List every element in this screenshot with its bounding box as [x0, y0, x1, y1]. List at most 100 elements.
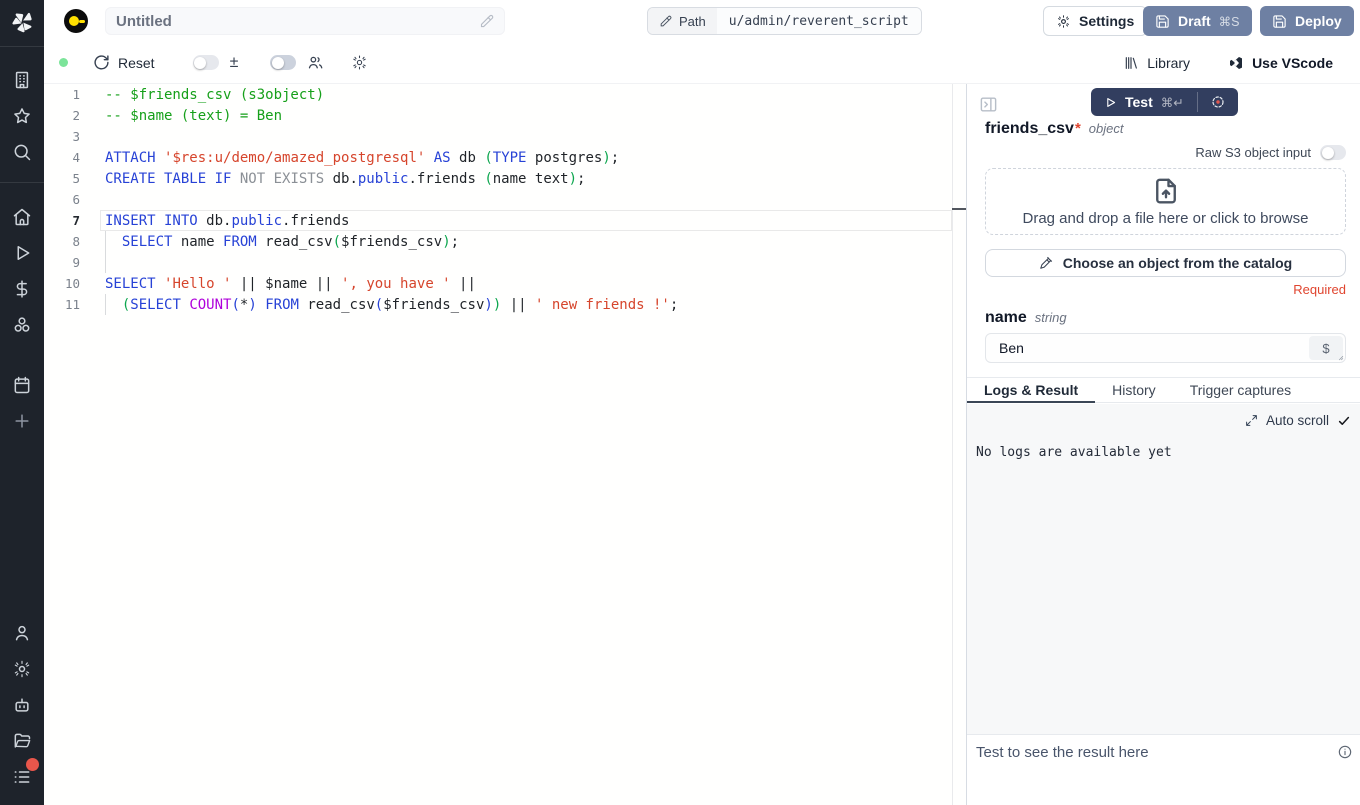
rail-divider [0, 182, 44, 183]
duckdb-language-icon [64, 9, 88, 33]
tab-logs-result[interactable]: Logs & Result [967, 378, 1095, 402]
arg-object-name: friends_csv [985, 120, 1074, 138]
code-text[interactable]: INSERT INTO db.public.friends [80, 213, 349, 229]
code-text[interactable]: CREATE TABLE IF NOT EXISTS db.public.fri… [80, 171, 585, 187]
code-line-8[interactable]: 8 SELECT name FROM read_csv($friends_csv… [44, 231, 966, 252]
check-icon[interactable] [1337, 414, 1351, 428]
panel-collapse-icon[interactable] [979, 95, 998, 114]
arg-name-name: name [985, 309, 1027, 327]
rail-divider [0, 46, 44, 47]
save-icon [1272, 14, 1287, 29]
arg-object-type: object [1089, 121, 1124, 136]
use-vscode-button[interactable]: Use VScode [1228, 55, 1333, 71]
sidebar-item-user[interactable] [12, 623, 32, 643]
code-line-3[interactable]: 3 [44, 126, 966, 147]
line-number: 10 [44, 276, 80, 291]
notification-badge [26, 758, 39, 771]
path-button[interactable]: Path u/admin/reverent_script [647, 7, 922, 35]
top-bar: Untitled Path u/admin/reverent_script Se… [44, 0, 1360, 42]
settings-button[interactable]: Settings [1043, 6, 1147, 36]
sidebar-item-variables[interactable] [12, 279, 32, 299]
sidebar-item-home[interactable] [12, 207, 32, 227]
sidebar-item-search[interactable] [12, 142, 32, 162]
raw-s3-toggle[interactable] [1320, 145, 1346, 160]
library-label: Library [1147, 55, 1190, 71]
line-number: 4 [44, 150, 80, 165]
tab-history[interactable]: History [1095, 378, 1173, 402]
code-line-9[interactable]: 9 [44, 252, 966, 273]
info-icon[interactable] [1337, 744, 1353, 760]
code-text[interactable]: -- $name (text) = Ben [80, 108, 282, 124]
line-number: 7 [44, 213, 80, 228]
file-dropzone[interactable]: Drag and drop a file here or click to br… [985, 168, 1346, 235]
code-text[interactable]: SELECT 'Hello ' || $name || ', you have … [80, 276, 476, 292]
code-line-2[interactable]: 2-- $name (text) = Ben [44, 105, 966, 126]
script-title: Untitled [116, 13, 479, 30]
editor-overview-ruler[interactable] [952, 84, 953, 805]
reset-icon[interactable] [93, 54, 110, 71]
library-button[interactable]: Library [1123, 55, 1190, 71]
sidebar-item-workspace[interactable] [12, 70, 32, 90]
tab-trigger-captures[interactable]: Trigger captures [1173, 378, 1308, 402]
assistant-toggle[interactable] [270, 55, 296, 70]
expand-icon[interactable] [1245, 414, 1258, 427]
code-line-11[interactable]: 11 (SELECT COUNT(*) FROM read_csv($frien… [44, 294, 966, 315]
capture-button[interactable] [1198, 88, 1238, 116]
code-text[interactable]: (SELECT COUNT(*) FROM read_csv($friends_… [80, 297, 678, 313]
line-number: 2 [44, 108, 80, 123]
vscode-label: Use VScode [1252, 55, 1333, 71]
raw-s3-row: Raw S3 object input [985, 145, 1346, 160]
code-line-4[interactable]: 4ATTACH '$res:u/demo/amazed_postgresql' … [44, 147, 966, 168]
arg-object-header: friends_csv* object [985, 120, 1346, 138]
dropzone-text: Drag and drop a file here or click to br… [1023, 210, 1309, 227]
left-sidebar [0, 0, 44, 805]
code-line-6[interactable]: 6 [44, 189, 966, 210]
code-line-5[interactable]: 5CREATE TABLE IF NOT EXISTS db.public.fr… [44, 168, 966, 189]
deploy-button[interactable]: Deploy [1260, 6, 1354, 36]
sidebar-item-resources[interactable] [12, 315, 32, 335]
vscode-icon [1228, 55, 1244, 71]
sidebar-item-runs[interactable] [12, 243, 32, 263]
code-line-10[interactable]: 10SELECT 'Hello ' || $name || ', you hav… [44, 273, 966, 294]
sidebar-item-add[interactable] [12, 411, 32, 431]
code-line-7[interactable]: 7INSERT INTO db.public.friends [44, 210, 966, 231]
line-number: 1 [44, 87, 80, 102]
sidebar-item-folders[interactable] [12, 731, 32, 751]
panel-tabs: Logs & Result History Trigger captures [967, 377, 1360, 403]
result-area: Test to see the result here [967, 736, 1360, 805]
test-shortcut: ⌘↵ [1161, 95, 1184, 110]
code-text[interactable]: SELECT name FROM read_csv($friends_csv); [80, 234, 459, 250]
autoscroll-control[interactable]: Auto scroll [1245, 413, 1351, 428]
edit-title-icon[interactable] [479, 14, 494, 29]
editor-settings-icon[interactable] [351, 54, 368, 71]
sidebar-item-settings[interactable] [12, 659, 32, 679]
code-editor[interactable]: 1-- $friends_csv (s3object)2-- $name (te… [44, 84, 966, 805]
code-text[interactable]: ATTACH '$res:u/demo/amazed_postgresql' A… [80, 150, 619, 166]
plus-minus-icon[interactable]: ± [230, 54, 239, 72]
code-line-1[interactable]: 1-- $friends_csv (s3object) [44, 84, 966, 105]
sidebar-item-favorites[interactable] [12, 106, 32, 126]
indent-guide [105, 231, 106, 273]
path-value[interactable]: u/admin/reverent_script [717, 8, 921, 34]
test-button[interactable]: Test ⌘↵ [1091, 88, 1197, 116]
script-title-input[interactable]: Untitled [105, 7, 505, 35]
windmill-logo-icon[interactable] [10, 10, 34, 34]
diff-toggle[interactable] [193, 55, 219, 70]
choose-object-button[interactable]: Choose an object from the catalog [985, 249, 1346, 277]
arg-name-header: name string [985, 309, 1346, 327]
code-text[interactable]: -- $friends_csv (s3object) [80, 87, 324, 103]
name-input[interactable] [986, 334, 1345, 362]
path-label: Path [679, 14, 706, 29]
test-button-group: Test ⌘↵ [1091, 88, 1238, 116]
sidebar-item-workers[interactable] [12, 695, 32, 715]
required-star: * [1075, 120, 1081, 137]
path-label-segment[interactable]: Path [648, 8, 717, 34]
reset-label[interactable]: Reset [118, 55, 155, 71]
draft-button[interactable]: Draft ⌘S [1143, 6, 1252, 36]
library-icon [1123, 55, 1139, 71]
resize-grip-icon[interactable] [1334, 351, 1344, 361]
editor-toolbar: Reset ± Library Use VScode [44, 42, 1360, 84]
sidebar-item-schedules[interactable] [12, 375, 32, 395]
save-icon [1155, 14, 1170, 29]
code-lines: 1-- $friends_csv (s3object)2-- $name (te… [44, 84, 966, 315]
